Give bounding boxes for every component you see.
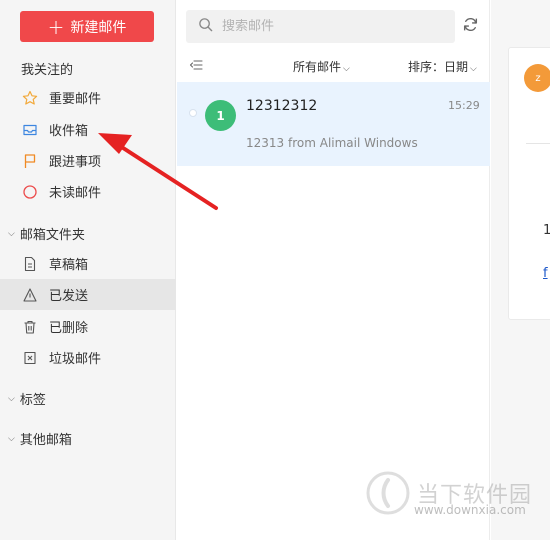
- sidebar-item-inbox[interactable]: 收件箱: [0, 114, 176, 145]
- flag-icon: [21, 152, 39, 170]
- spam-icon: [21, 349, 39, 367]
- mail-body-link[interactable]: f: [543, 266, 548, 281]
- trash-icon: [21, 318, 39, 336]
- chevron-down-icon: ⌵: [8, 228, 15, 239]
- sort-label: 排序：日期: [408, 60, 469, 74]
- chevron-down-icon: ⌵: [470, 64, 477, 74]
- sidebar-item-drafts[interactable]: 草稿箱: [0, 248, 176, 279]
- unread-dot[interactable]: [189, 109, 197, 117]
- watermark-url: www.downxia.com: [414, 503, 526, 517]
- sidebar-item-sent[interactable]: 已发送: [0, 279, 176, 310]
- collapse-list-icon[interactable]: [189, 58, 203, 75]
- mail-body-text: 1: [543, 223, 550, 238]
- sidebar-item-unread[interactable]: 未读邮件: [0, 176, 176, 207]
- plus-icon: +: [47, 14, 65, 39]
- refresh-icon[interactable]: [462, 16, 480, 34]
- list-toolbar: 所有邮件 ⌵ 排序：日期 ⌵: [177, 54, 490, 78]
- sidebar-item-important[interactable]: 重要邮件: [0, 82, 176, 113]
- inbox-icon: [21, 121, 39, 139]
- new-mail-button[interactable]: + 新建邮件: [20, 11, 154, 42]
- chevron-down-icon: ⌵: [8, 433, 15, 444]
- tags-title: 标签: [19, 393, 46, 408]
- mail-list-panel: 所有邮件⌵ 排序：日期⌵ 1 12312312 15:29 12313 from…: [177, 0, 490, 540]
- sidebar-item-label: 已发送: [49, 289, 89, 304]
- chevron-down-icon: ⌵: [8, 393, 15, 404]
- search-icon: [198, 17, 213, 36]
- sidebar-item-spam[interactable]: 垃圾邮件: [0, 342, 176, 373]
- tags-group[interactable]: ⌵ 标签: [8, 389, 46, 408]
- sender-avatar: z: [524, 64, 550, 92]
- circle-icon: [21, 183, 39, 201]
- new-mail-label: 新建邮件: [70, 19, 127, 36]
- star-icon: [21, 89, 39, 107]
- sidebar-item-followup[interactable]: 跟进事项: [0, 145, 176, 176]
- filter-label: 所有邮件: [293, 60, 342, 74]
- search-box[interactable]: [186, 10, 455, 43]
- sidebar-item-deleted[interactable]: 已删除: [0, 311, 176, 342]
- folders-group[interactable]: ⌵ 邮箱文件夹: [8, 224, 85, 243]
- sidebar-item-label: 重要邮件: [49, 92, 102, 107]
- search-input[interactable]: [222, 19, 422, 34]
- sidebar-item-label: 收件箱: [49, 124, 89, 139]
- sidebar-item-label: 草稿箱: [49, 258, 89, 273]
- watermark-logo-icon: [366, 471, 410, 515]
- mail-list-item[interactable]: 1 12312312 15:29 12313 from Alimail Wind…: [177, 82, 490, 166]
- draft-icon: [21, 255, 39, 273]
- favorites-title: 我关注的: [21, 63, 74, 78]
- sidebar-item-label: 已删除: [49, 321, 89, 336]
- mail-preview: 12313 from Alimail Windows: [246, 136, 418, 150]
- sent-icon: [21, 286, 39, 304]
- mail-subject: 12312312: [246, 98, 318, 114]
- other-mailboxes-group[interactable]: ⌵ 其他邮箱: [8, 429, 72, 448]
- folders-title: 邮箱文件夹: [19, 228, 85, 243]
- filter-dropdown[interactable]: 所有邮件 ⌵: [293, 58, 350, 75]
- sidebar-item-label: 垃圾邮件: [49, 352, 102, 367]
- header-divider: [526, 143, 550, 144]
- mail-time: 15:29: [448, 99, 480, 112]
- sidebar: + 新建邮件 我关注的 重要邮件 收件箱 跟进事项 未读邮件 ⌵ 邮箱文件夹 草…: [0, 0, 176, 540]
- sidebar-item-label: 未读邮件: [49, 186, 102, 201]
- other-mailboxes-title: 其他邮箱: [19, 433, 72, 448]
- avatar: 1: [205, 100, 236, 131]
- chevron-down-icon: ⌵: [343, 64, 350, 74]
- sidebar-item-label: 跟进事项: [49, 155, 102, 170]
- sort-dropdown[interactable]: 排序：日期 ⌵: [408, 58, 477, 75]
